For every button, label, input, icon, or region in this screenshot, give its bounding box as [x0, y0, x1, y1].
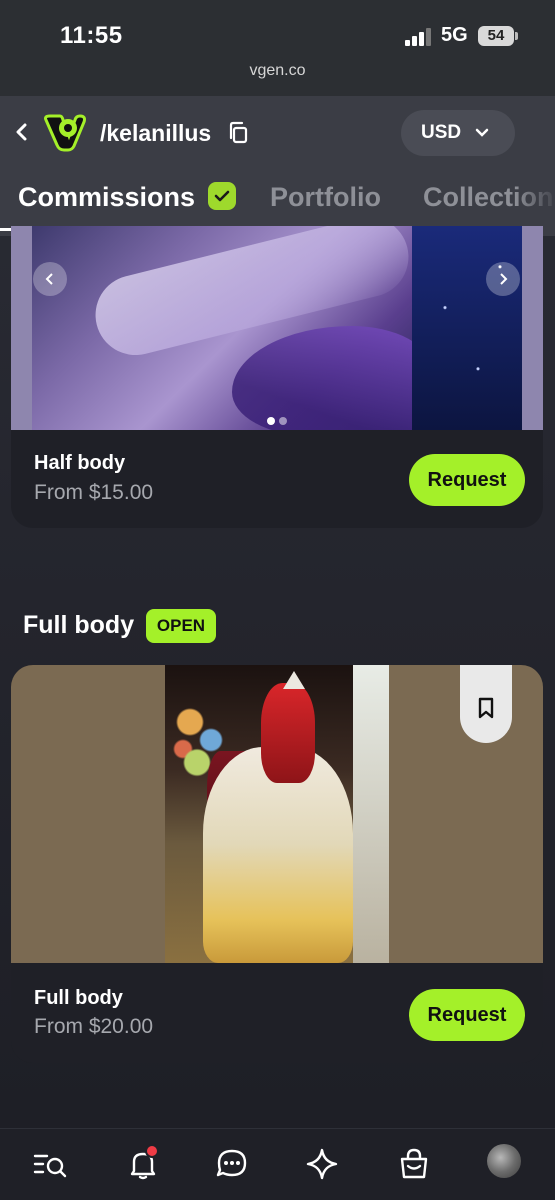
copy-icon[interactable]	[228, 121, 250, 145]
artwork-preview	[165, 665, 389, 963]
commission-price: From $20.00	[34, 1015, 154, 1038]
chat-icon[interactable]	[215, 1147, 249, 1181]
vgen-logo-icon[interactable]	[42, 112, 88, 152]
tab-portfolio[interactable]: Portfolio	[270, 182, 381, 213]
notification-dot	[145, 1144, 159, 1158]
url-bar[interactable]: vgen.co	[0, 62, 555, 96]
commission-card-half-body[interactable]: Half body From $15.00 Request	[11, 226, 543, 528]
image-margin	[522, 226, 543, 430]
currency-label: USD	[421, 122, 462, 143]
bookmark-icon	[478, 697, 494, 719]
commission-title: Half body	[34, 452, 126, 474]
section-title: Full body	[23, 611, 135, 639]
back-chevron-icon[interactable]	[12, 120, 32, 144]
currency-selector[interactable]: USD	[401, 110, 515, 156]
chevron-down-icon	[475, 128, 489, 137]
shopping-bag-icon[interactable]	[397, 1147, 431, 1181]
bottom-navigation	[0, 1128, 555, 1200]
url-text: vgen.co	[249, 62, 306, 79]
avatar[interactable]	[487, 1144, 521, 1178]
tab-commissions[interactable]: Commissions	[18, 182, 195, 213]
request-button[interactable]: Request	[409, 989, 525, 1041]
commission-title: Full body	[34, 987, 123, 1009]
chevron-left-icon	[45, 273, 53, 285]
sparkle-icon[interactable]	[305, 1147, 339, 1181]
tabs-fade	[515, 176, 555, 228]
verified-check-icon	[208, 182, 236, 210]
carousel-prev-button[interactable]	[33, 262, 67, 296]
bookmark-button[interactable]	[460, 665, 512, 743]
signal-icon	[405, 28, 433, 46]
carousel-dot[interactable]	[279, 417, 287, 425]
profile-tabs: Commissions Portfolio Collection	[0, 176, 555, 232]
commission-price: From $15.00	[34, 481, 154, 504]
image-margin	[11, 226, 32, 430]
browse-search-icon[interactable]	[33, 1147, 67, 1181]
carousel-dot-active[interactable]	[267, 417, 275, 425]
status-bar: 11:55 5G 54	[0, 0, 555, 62]
carousel-next-button[interactable]	[486, 262, 520, 296]
commission-card-full-body[interactable]: Full body From $20.00 Request	[11, 665, 543, 1063]
profile-username: /kelanillus	[100, 120, 212, 146]
status-badge: OPEN	[146, 609, 216, 643]
commission-image[interactable]	[32, 226, 522, 430]
battery-icon: 54	[478, 26, 518, 46]
network-label: 5G	[441, 24, 468, 46]
carousel-dots	[267, 412, 291, 430]
status-time: 11:55	[60, 22, 123, 49]
request-button[interactable]: Request	[409, 454, 525, 506]
chevron-right-icon	[500, 273, 508, 285]
